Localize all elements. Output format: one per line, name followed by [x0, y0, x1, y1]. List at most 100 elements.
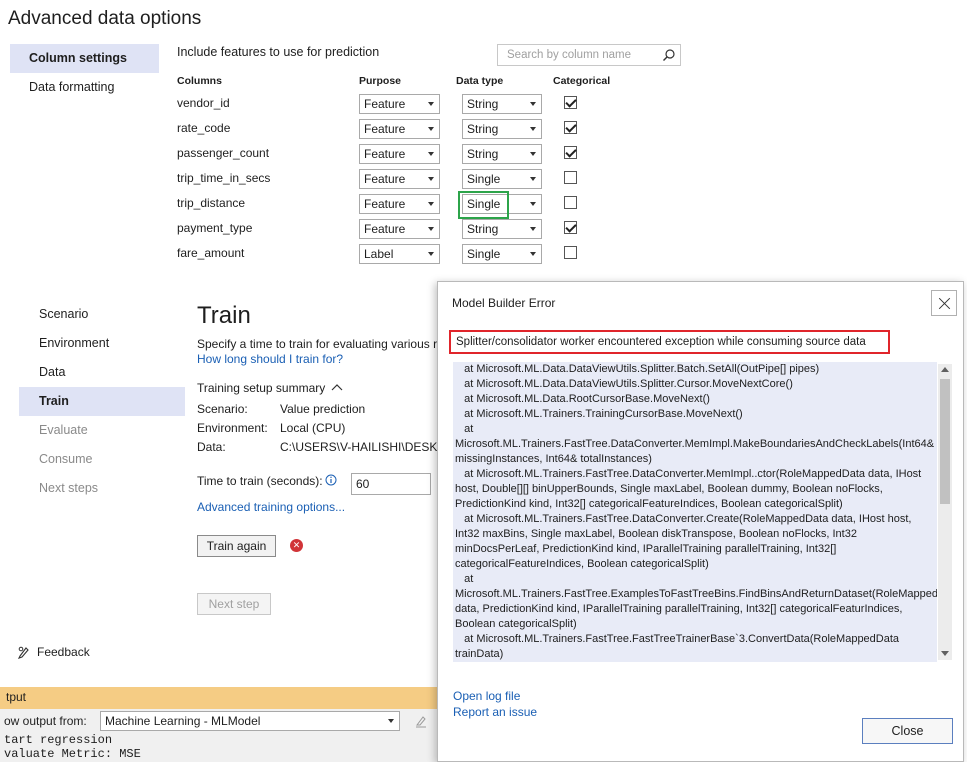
categorical-checkbox[interactable] [564, 96, 577, 109]
column-name-trip-time: trip_time_in_secs [177, 171, 271, 185]
data-type-dropdown[interactable]: Single [462, 169, 542, 189]
sidebar-item-data-formatting[interactable]: Data formatting [10, 73, 159, 102]
output-title: tput [6, 690, 27, 704]
categorical-checkbox[interactable] [564, 121, 577, 134]
column-name-rate-code: rate_code [177, 121, 231, 135]
chevron-down-icon [530, 152, 536, 156]
summary-data-value: C:\USERS\V-HAILISHI\DESKTO [280, 440, 454, 454]
chevron-down-icon [428, 127, 434, 131]
data-type-dropdown[interactable]: String [462, 119, 542, 139]
column-search-box[interactable] [497, 44, 681, 66]
chevron-down-icon [428, 102, 434, 106]
purpose-dropdown[interactable]: Label [359, 244, 440, 264]
scrollbar-thumb[interactable] [940, 379, 950, 504]
chevron-down-icon [530, 102, 536, 106]
chevron-down-icon [428, 202, 434, 206]
error-dialog: Model Builder Error Splitter/consolidato… [437, 281, 964, 762]
purpose-value: Feature [364, 122, 406, 136]
clear-output-icon[interactable] [413, 713, 429, 729]
data-type-value: String [467, 147, 499, 161]
column-name-vendor-id: vendor_id [177, 96, 230, 110]
data-type-value: String [467, 97, 499, 111]
scroll-up-icon[interactable] [941, 367, 949, 372]
sidebar-item-column-settings[interactable]: Column settings [10, 44, 159, 73]
column-search-input[interactable] [498, 45, 658, 65]
nav-item-train[interactable]: Train [19, 387, 185, 416]
nav-item-evaluate[interactable]: Evaluate [19, 416, 185, 445]
purpose-dropdown[interactable]: Feature [359, 94, 440, 114]
categorical-checkbox[interactable] [564, 171, 577, 184]
categorical-checkbox[interactable] [564, 146, 577, 159]
output-source-value: Machine Learning - MLModel [105, 714, 261, 728]
training-summary-title[interactable]: Training setup summary [197, 381, 325, 395]
search-icon[interactable] [662, 48, 676, 62]
feedback-icon[interactable] [17, 645, 31, 659]
time-to-train-label: Time to train (seconds): [197, 474, 323, 488]
dialog-title: Model Builder Error [452, 296, 556, 310]
stack-trace-box[interactable]: at Microsoft.ML.Data.DataViewUtils.Split… [453, 362, 937, 662]
data-type-value: String [467, 222, 499, 236]
chevron-down-icon [530, 177, 536, 181]
next-step-button[interactable]: Next step [197, 593, 271, 615]
data-type-highlight-box [458, 191, 509, 219]
header-columns: Columns [177, 75, 222, 87]
column-name-passenger-count: passenger_count [177, 146, 270, 160]
data-type-dropdown[interactable]: String [462, 219, 542, 239]
summary-scenario-key: Scenario: [197, 402, 248, 416]
chevron-up-icon[interactable] [331, 383, 343, 392]
chevron-down-icon [388, 719, 394, 723]
purpose-value: Label [364, 247, 394, 261]
close-icon[interactable] [931, 290, 957, 316]
close-button[interactable]: Close [862, 718, 953, 744]
summary-data-key: Data: [197, 440, 226, 454]
feedback-link[interactable]: Feedback [37, 645, 90, 659]
train-again-button[interactable]: Train again [197, 535, 276, 557]
nav-item-scenario[interactable]: Scenario [19, 300, 185, 329]
chevron-down-icon [530, 227, 536, 231]
nav-item-next-steps[interactable]: Next steps [19, 474, 185, 503]
column-name-payment-type: payment_type [177, 221, 253, 235]
column-name-trip-distance: trip_distance [177, 196, 246, 210]
info-icon[interactable] [325, 474, 337, 486]
categorical-checkbox[interactable] [564, 196, 577, 209]
advanced-training-options-link[interactable]: Advanced training options... [197, 500, 345, 514]
error-icon: ✕ [290, 539, 303, 552]
nav-item-consume[interactable]: Consume [19, 445, 185, 474]
purpose-dropdown[interactable]: Feature [359, 219, 440, 239]
purpose-dropdown[interactable]: Feature [359, 119, 440, 139]
chevron-down-icon [428, 252, 434, 256]
output-source-dropdown[interactable]: Machine Learning - MLModel [100, 711, 400, 731]
time-to-train-input[interactable]: 60 [351, 473, 431, 495]
chevron-down-icon [530, 127, 536, 131]
chevron-down-icon [428, 227, 434, 231]
stack-trace-text: at Microsoft.ML.Data.DataViewUtils.Split… [455, 363, 937, 660]
scroll-down-icon[interactable] [941, 651, 949, 656]
purpose-value: Feature [364, 222, 406, 236]
chevron-down-icon [530, 252, 536, 256]
open-log-file-link[interactable]: Open log file [453, 689, 520, 703]
report-issue-link[interactable]: Report an issue [453, 705, 537, 719]
summary-environment-key: Environment: [197, 421, 268, 435]
data-type-dropdown[interactable]: String [462, 94, 542, 114]
header-purpose: Purpose [359, 75, 402, 87]
data-type-dropdown[interactable]: String [462, 144, 542, 164]
header-data-type: Data type [456, 75, 504, 87]
summary-scenario-value: Value prediction [280, 402, 366, 416]
output-line: valuate Metric: MSE [4, 747, 141, 761]
categorical-checkbox[interactable] [564, 221, 577, 234]
categorical-checkbox[interactable] [564, 246, 577, 259]
nav-item-data[interactable]: Data [19, 358, 185, 387]
output-from-label: ow output from: [4, 714, 87, 728]
page-title: Train [197, 302, 251, 329]
data-type-dropdown[interactable]: Single [462, 244, 542, 264]
purpose-dropdown[interactable]: Feature [359, 169, 440, 189]
purpose-dropdown[interactable]: Feature [359, 144, 440, 164]
advanced-options-title: Advanced data options [8, 8, 202, 29]
summary-environment-value: Local (CPU) [280, 421, 346, 435]
data-type-value: String [467, 122, 499, 136]
output-title-bar [0, 687, 440, 709]
include-features-label: Include features to use for prediction [177, 45, 380, 59]
purpose-dropdown[interactable]: Feature [359, 194, 440, 214]
nav-item-environment[interactable]: Environment [19, 329, 185, 358]
how-long-link[interactable]: How long should I train for? [197, 352, 343, 366]
